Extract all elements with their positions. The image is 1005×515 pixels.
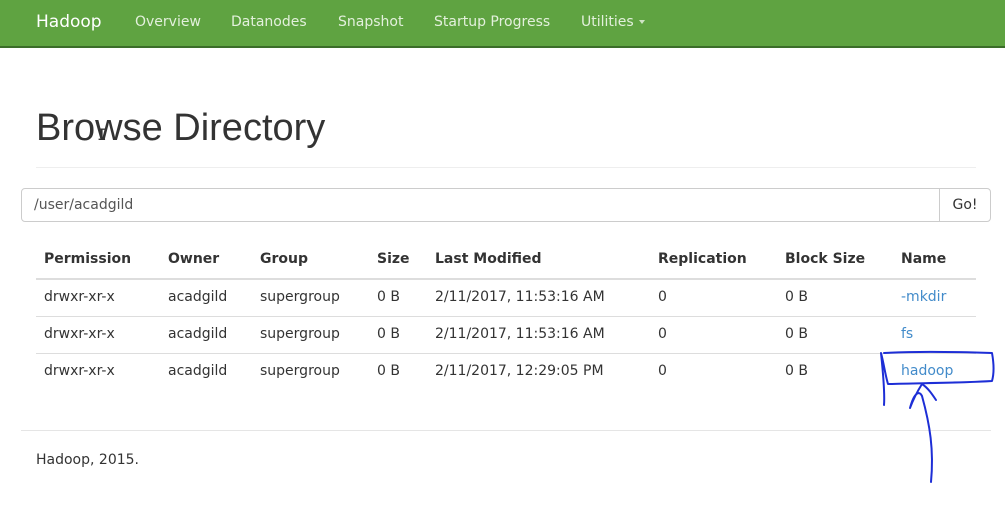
- column-header-owner[interactable]: Owner: [168, 251, 219, 267]
- cell-group: supergroup: [260, 326, 340, 342]
- cell-size: 0 B: [377, 326, 400, 342]
- cell-block-size: 0 B: [785, 326, 808, 342]
- footer-copyright: Hadoop, 2015.: [36, 452, 139, 468]
- page-title: Browse Directory: [36, 107, 326, 149]
- caret-down-icon: [638, 20, 645, 24]
- cell-permission: drwxr-xr-x: [44, 326, 115, 342]
- nav-overview[interactable]: Overview: [135, 14, 201, 30]
- table-header-divider: [36, 278, 976, 280]
- nav-utilities-dropdown[interactable]: Utilities: [581, 14, 645, 30]
- annotation-arrow-icon: [909, 383, 937, 483]
- cell-last-modified: 2/11/2017, 11:53:16 AM: [435, 289, 605, 305]
- cell-size: 0 B: [377, 289, 400, 305]
- text-cursor-icon: I: [97, 125, 107, 144]
- column-header-last-modified[interactable]: Last Modified: [435, 251, 542, 267]
- brand-link[interactable]: Hadoop: [36, 12, 102, 32]
- cell-group: supergroup: [260, 289, 340, 305]
- cell-replication: 0: [658, 363, 667, 379]
- row-divider: [36, 316, 976, 317]
- cell-last-modified: 2/11/2017, 11:53:16 AM: [435, 326, 605, 342]
- cell-owner: acadgild: [168, 363, 228, 379]
- column-header-group[interactable]: Group: [260, 251, 308, 267]
- cell-owner: acadgild: [168, 289, 228, 305]
- directory-link-fs[interactable]: fs: [901, 326, 913, 342]
- directory-link-hadoop[interactable]: hadoop: [901, 363, 953, 379]
- footer-divider: [21, 430, 991, 431]
- nav-datanodes[interactable]: Datanodes: [231, 14, 307, 30]
- nav-utilities-label: Utilities: [581, 14, 634, 30]
- cell-last-modified: 2/11/2017, 12:29:05 PM: [435, 363, 604, 379]
- cell-replication: 0: [658, 326, 667, 342]
- column-header-permission[interactable]: Permission: [44, 251, 131, 267]
- cell-block-size: 0 B: [785, 289, 808, 305]
- column-header-block-size[interactable]: Block Size: [785, 251, 865, 267]
- cell-owner: acadgild: [168, 326, 228, 342]
- title-divider: [36, 167, 976, 168]
- cell-group: supergroup: [260, 363, 340, 379]
- cell-replication: 0: [658, 289, 667, 305]
- nav-startup-progress[interactable]: Startup Progress: [434, 14, 550, 30]
- go-button[interactable]: Go!: [939, 188, 991, 222]
- cell-permission: drwxr-xr-x: [44, 363, 115, 379]
- column-header-replication[interactable]: Replication: [658, 251, 747, 267]
- cell-size: 0 B: [377, 363, 400, 379]
- column-header-size[interactable]: Size: [377, 251, 410, 267]
- directory-path-input[interactable]: [21, 188, 940, 222]
- column-header-name[interactable]: Name: [901, 251, 946, 267]
- row-divider: [36, 353, 976, 354]
- nav-snapshot[interactable]: Snapshot: [338, 14, 403, 30]
- cell-block-size: 0 B: [785, 363, 808, 379]
- top-navbar: Hadoop Overview Datanodes Snapshot Start…: [0, 0, 1005, 48]
- cell-permission: drwxr-xr-x: [44, 289, 115, 305]
- directory-link-mkdir[interactable]: -mkdir: [901, 289, 946, 305]
